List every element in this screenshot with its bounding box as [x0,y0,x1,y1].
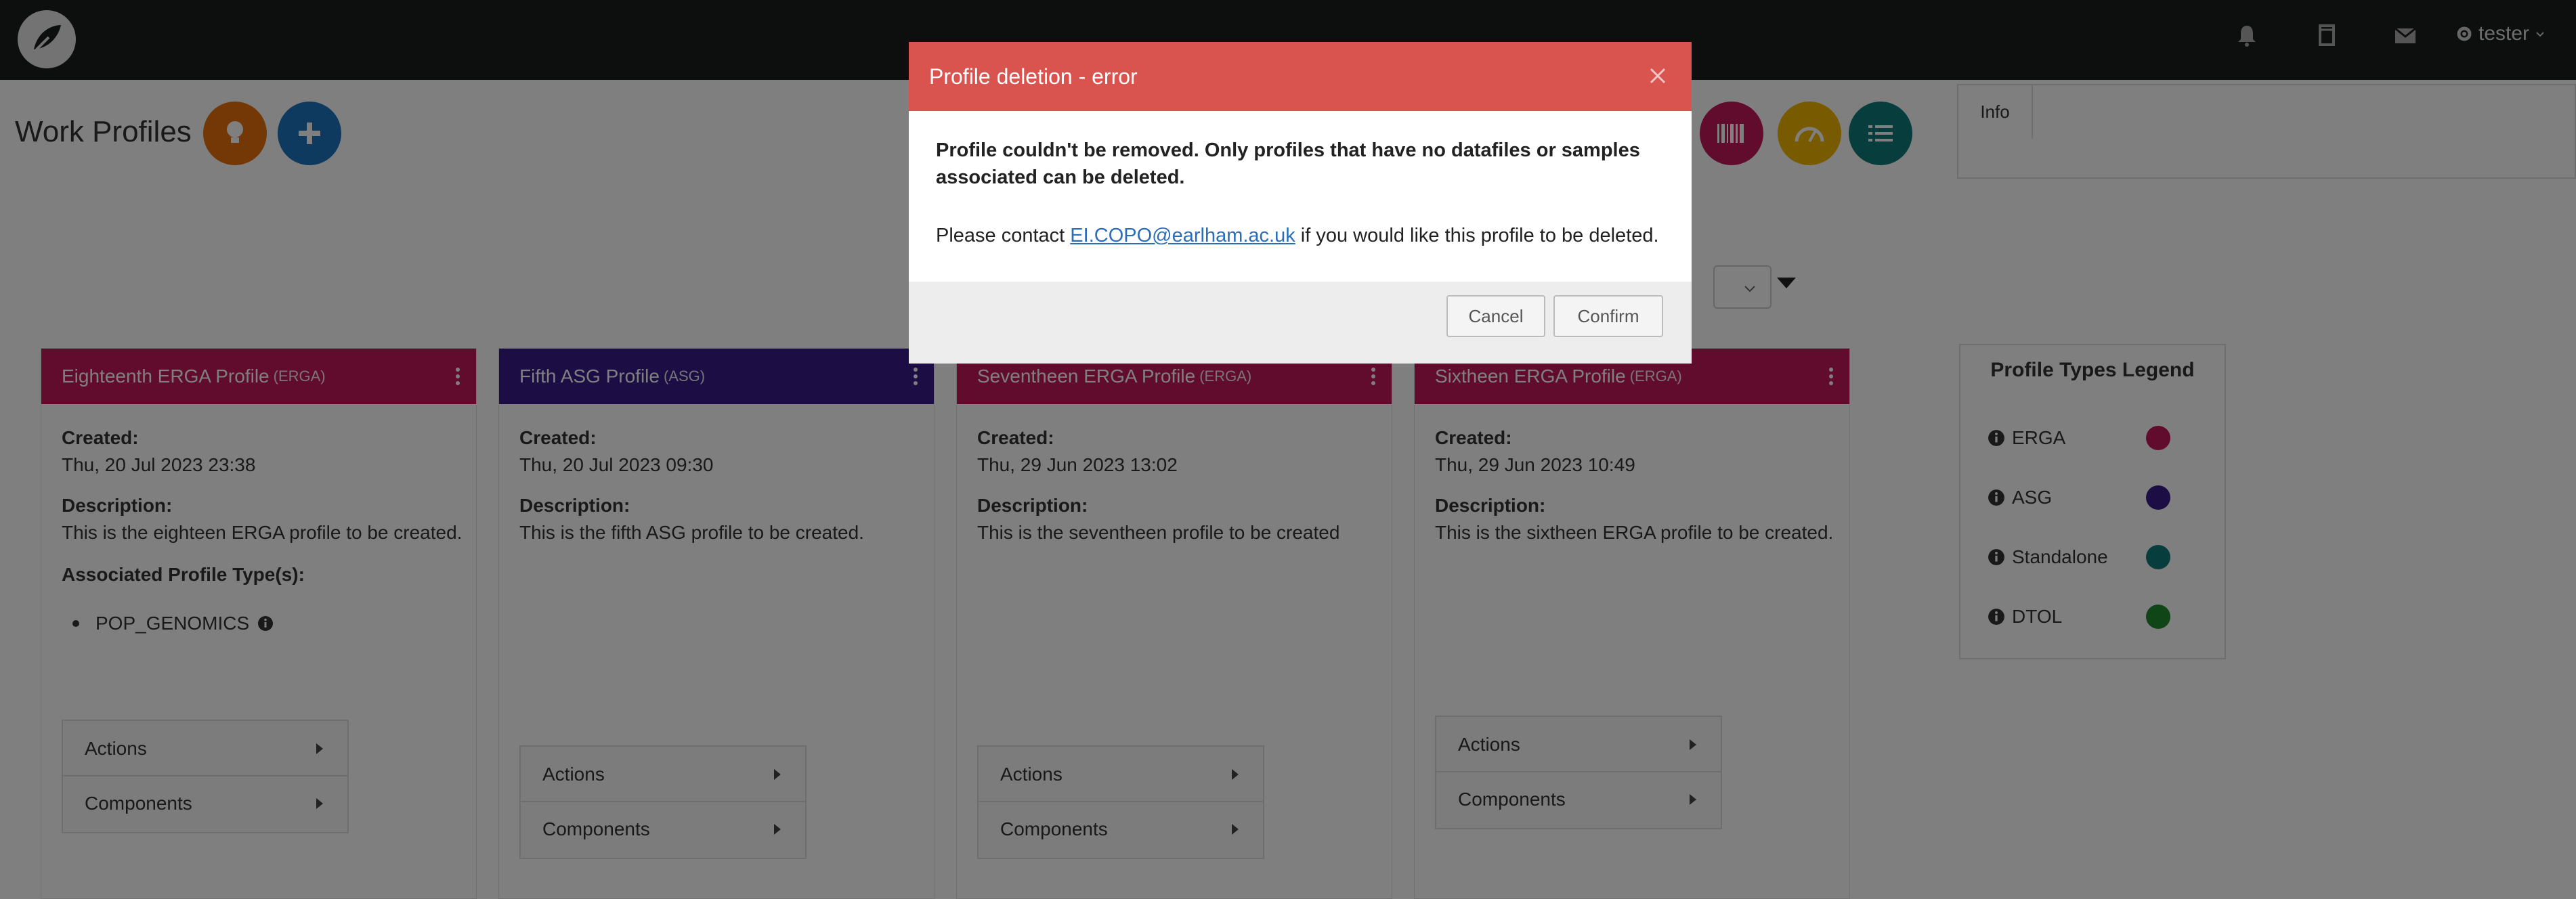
error-message: Profile couldn't be removed. Only profil… [936,139,1640,188]
error-modal: Profile deletion - error Profile couldn'… [909,42,1692,364]
cancel-button[interactable]: Cancel [1446,295,1545,337]
contact-text: Please contact EI.COPO@earlham.ac.uk if … [936,225,1659,247]
contact-email-link[interactable]: EI.COPO@earlham.ac.uk [1070,225,1295,246]
modal-header: Profile deletion - error [909,42,1692,111]
close-icon[interactable] [1644,62,1671,89]
modal-title: Profile deletion - error [929,64,1138,89]
contact-suffix: if you would like this profile to be del… [1295,225,1659,246]
contact-prefix: Please contact [936,225,1071,246]
confirm-button[interactable]: Confirm [1553,295,1663,337]
modal-body: Profile deletion - error Profile couldn'… [909,42,1692,282]
